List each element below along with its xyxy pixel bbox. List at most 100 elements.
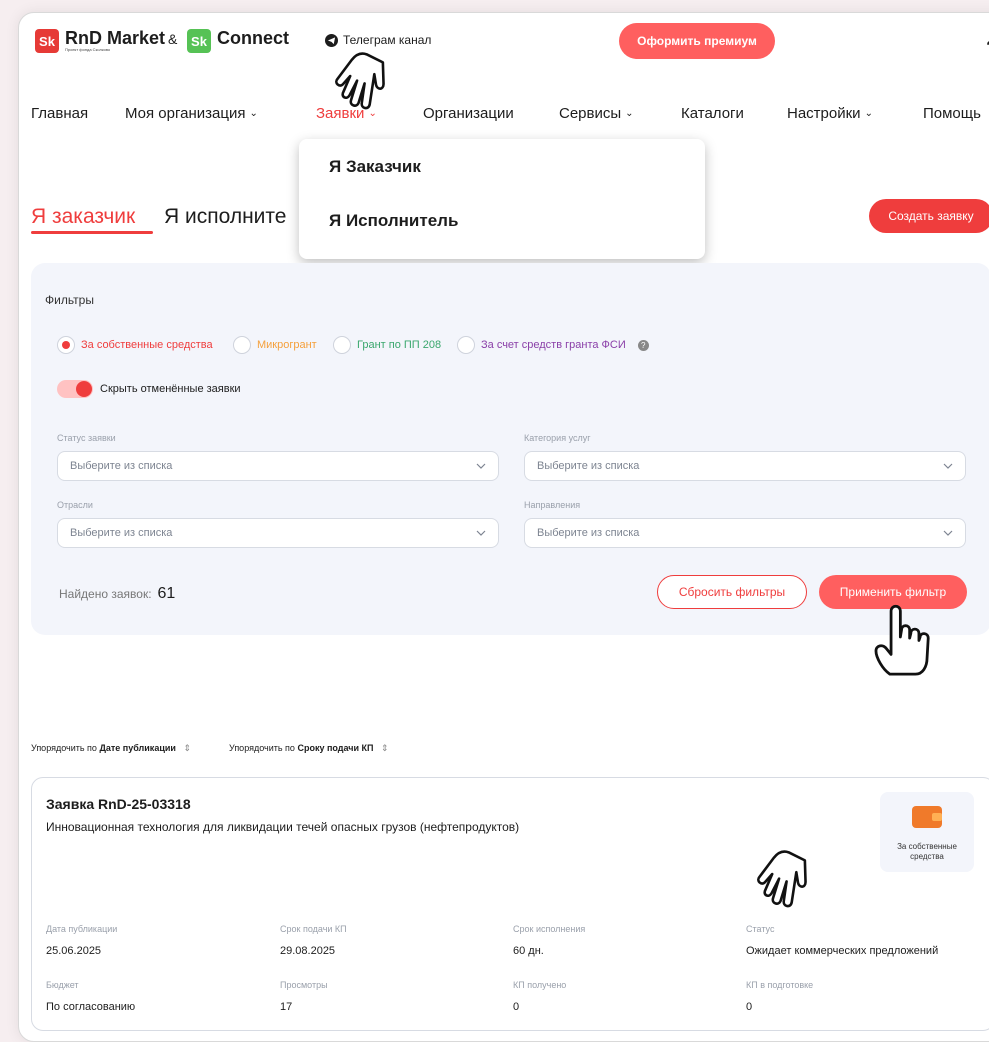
nav-label: Каталоги <box>681 105 744 122</box>
sort-key: Сроку подачи КП <box>297 743 374 753</box>
sort-prefix: Упорядочить по <box>31 743 97 753</box>
brand-amp: & <box>168 31 178 47</box>
sort-by-date[interactable]: Упорядочить по Дате публикации ⇕ <box>31 743 191 754</box>
info-value: 25.06.2025 <box>46 945 102 957</box>
filters-title: Фильтры <box>45 293 94 307</box>
select-placeholder: Выберите из списка <box>537 460 640 472</box>
category-label: Категория услуг <box>524 433 591 443</box>
dropdown-item-customer[interactable]: Я Заказчик <box>329 157 421 177</box>
reset-filters-button[interactable]: Сбросить фильтры <box>657 575 807 609</box>
nav-settings[interactable]: Настройки ⌄ <box>787 105 873 122</box>
info-label: Бюджет <box>46 980 79 990</box>
chevron-down-icon <box>476 463 486 469</box>
found-requests: Найдено заявок: 61 <box>59 585 175 603</box>
funding-badge: За собственные средства <box>880 792 974 872</box>
sort-key: Дате публикации <box>99 743 176 753</box>
sort-arrows-icon: ⇕ <box>381 743 389 753</box>
direction-label: Направления <box>524 500 581 510</box>
info-value: 29.08.2025 <box>280 945 336 957</box>
create-request-button[interactable]: Создать заявку <box>869 199 989 233</box>
status-select[interactable]: Выберите из списка <box>57 451 499 481</box>
chevron-down-icon: ⌄ <box>249 108 258 119</box>
radio-fsi-grant[interactable]: За счет средств гранта ФСИ ? <box>457 336 649 354</box>
tab-customer[interactable]: Я заказчик <box>31 205 135 229</box>
direction-select[interactable]: Выберите из списка <box>524 518 966 548</box>
nav-label: Моя организация <box>125 105 246 122</box>
dropdown-item-executor[interactable]: Я Исполнитель <box>329 211 458 231</box>
radio-unchecked-icon <box>457 336 475 354</box>
brand-connect[interactable]: Connect <box>217 28 289 49</box>
chevron-down-icon <box>943 463 953 469</box>
industry-label: Отрасли <box>57 500 93 510</box>
tab-executor[interactable]: Я исполните <box>164 205 286 229</box>
chevron-down-icon: ⌄ <box>625 108 634 119</box>
nav-my-organization[interactable]: Моя организация ⌄ <box>125 105 258 122</box>
chevron-down-icon <box>943 530 953 536</box>
requests-dropdown-menu: Я Заказчик Я Исполнитель <box>299 139 705 259</box>
radio-label: За счет средств гранта ФСИ <box>481 339 626 351</box>
toggle-label: Скрыть отменённые заявки <box>100 383 241 395</box>
info-label: Статус <box>746 924 775 934</box>
select-placeholder: Выберите из списка <box>70 527 173 539</box>
info-label: Дата публикации <box>46 924 118 934</box>
logo-letters: Sk <box>191 33 207 49</box>
nav-help[interactable]: Помощь <box>923 105 981 122</box>
chevron-down-icon: ⌄ <box>864 108 873 119</box>
industry-select[interactable]: Выберите из списка <box>57 518 499 548</box>
sort-by-deadline[interactable]: Упорядочить по Сроку подачи КП ⇕ <box>229 743 389 754</box>
tab-active-underline <box>31 231 153 234</box>
info-label: Срок исполнения <box>513 924 586 934</box>
premium-button[interactable]: Оформить премиум <box>619 23 775 59</box>
info-label: Просмотры <box>280 980 328 990</box>
pointing-hand-cursor-icon <box>757 850 807 908</box>
pointing-hand-cursor-icon <box>874 604 930 676</box>
radio-grant-pp208[interactable]: Грант по ПП 208 <box>333 336 441 354</box>
radio-own-funds[interactable]: За собственные средства <box>57 336 213 354</box>
nav-label: Настройки <box>787 105 861 122</box>
nav-catalogs[interactable]: Каталоги <box>681 105 744 122</box>
category-select[interactable]: Выберите из списка <box>524 451 966 481</box>
toggle-knob <box>76 381 92 397</box>
funding-label: За собственные средства <box>897 842 957 861</box>
info-label: КП в подготовке <box>746 980 814 990</box>
chevron-down-icon <box>476 530 486 536</box>
found-label: Найдено заявок: <box>59 587 152 601</box>
radio-checked-icon <box>57 336 75 354</box>
radio-microgrant[interactable]: Микрогрант <box>233 336 317 354</box>
radio-unchecked-icon <box>333 336 351 354</box>
request-title[interactable]: Заявка RnD-25-03318 <box>46 796 191 812</box>
info-value: Ожидает коммерческих предложений <box>746 945 939 957</box>
help-icon[interactable]: ? <box>637 339 649 351</box>
sort-arrows-icon: ⇕ <box>183 743 191 753</box>
nav-label: Сервисы <box>559 105 622 122</box>
info-value: 0 <box>746 1001 753 1013</box>
nav-label: Организации <box>423 105 514 122</box>
sk-logo-icon[interactable]: Sk <box>35 29 59 53</box>
request-card[interactable]: Заявка RnD-25-03318 Инновационная технол… <box>31 777 989 1031</box>
sort-prefix: Упорядочить по <box>229 743 295 753</box>
select-placeholder: Выберите из списка <box>70 460 173 472</box>
brand-rnd-market: RnD Market <box>65 28 166 48</box>
hide-cancelled-toggle[interactable] <box>57 380 93 398</box>
info-value: 0 <box>513 1001 520 1013</box>
radio-unchecked-icon <box>233 336 251 354</box>
select-placeholder: Выберите из списка <box>537 527 640 539</box>
logo-letters: Sk <box>39 33 55 49</box>
browser-frame: Sk RnD Market & Проект фонда Сколково Sk … <box>18 12 989 1042</box>
nav-label: Помощь <box>923 105 981 122</box>
radio-label: Микрогрант <box>257 339 317 351</box>
info-value: 17 <box>280 1001 293 1013</box>
found-count: 61 <box>157 585 176 602</box>
nav-services[interactable]: Сервисы ⌄ <box>559 105 634 122</box>
nav-home[interactable]: Главная <box>31 105 88 122</box>
request-description: Инновационная технология для ликвидации … <box>46 820 520 834</box>
info-value: 60 дн. <box>513 945 544 957</box>
wallet-icon <box>912 806 942 828</box>
info-label: КП получено <box>513 980 567 990</box>
status-label: Статус заявки <box>57 433 116 443</box>
brand-block[interactable]: RnD Market & Проект фонда Сколково <box>65 28 177 52</box>
info-value: По согласованию <box>46 1001 136 1013</box>
info-label: Срок подачи КП <box>280 924 347 934</box>
sk-connect-logo-icon[interactable]: Sk <box>187 29 211 53</box>
nav-organizations[interactable]: Организации <box>423 105 514 122</box>
